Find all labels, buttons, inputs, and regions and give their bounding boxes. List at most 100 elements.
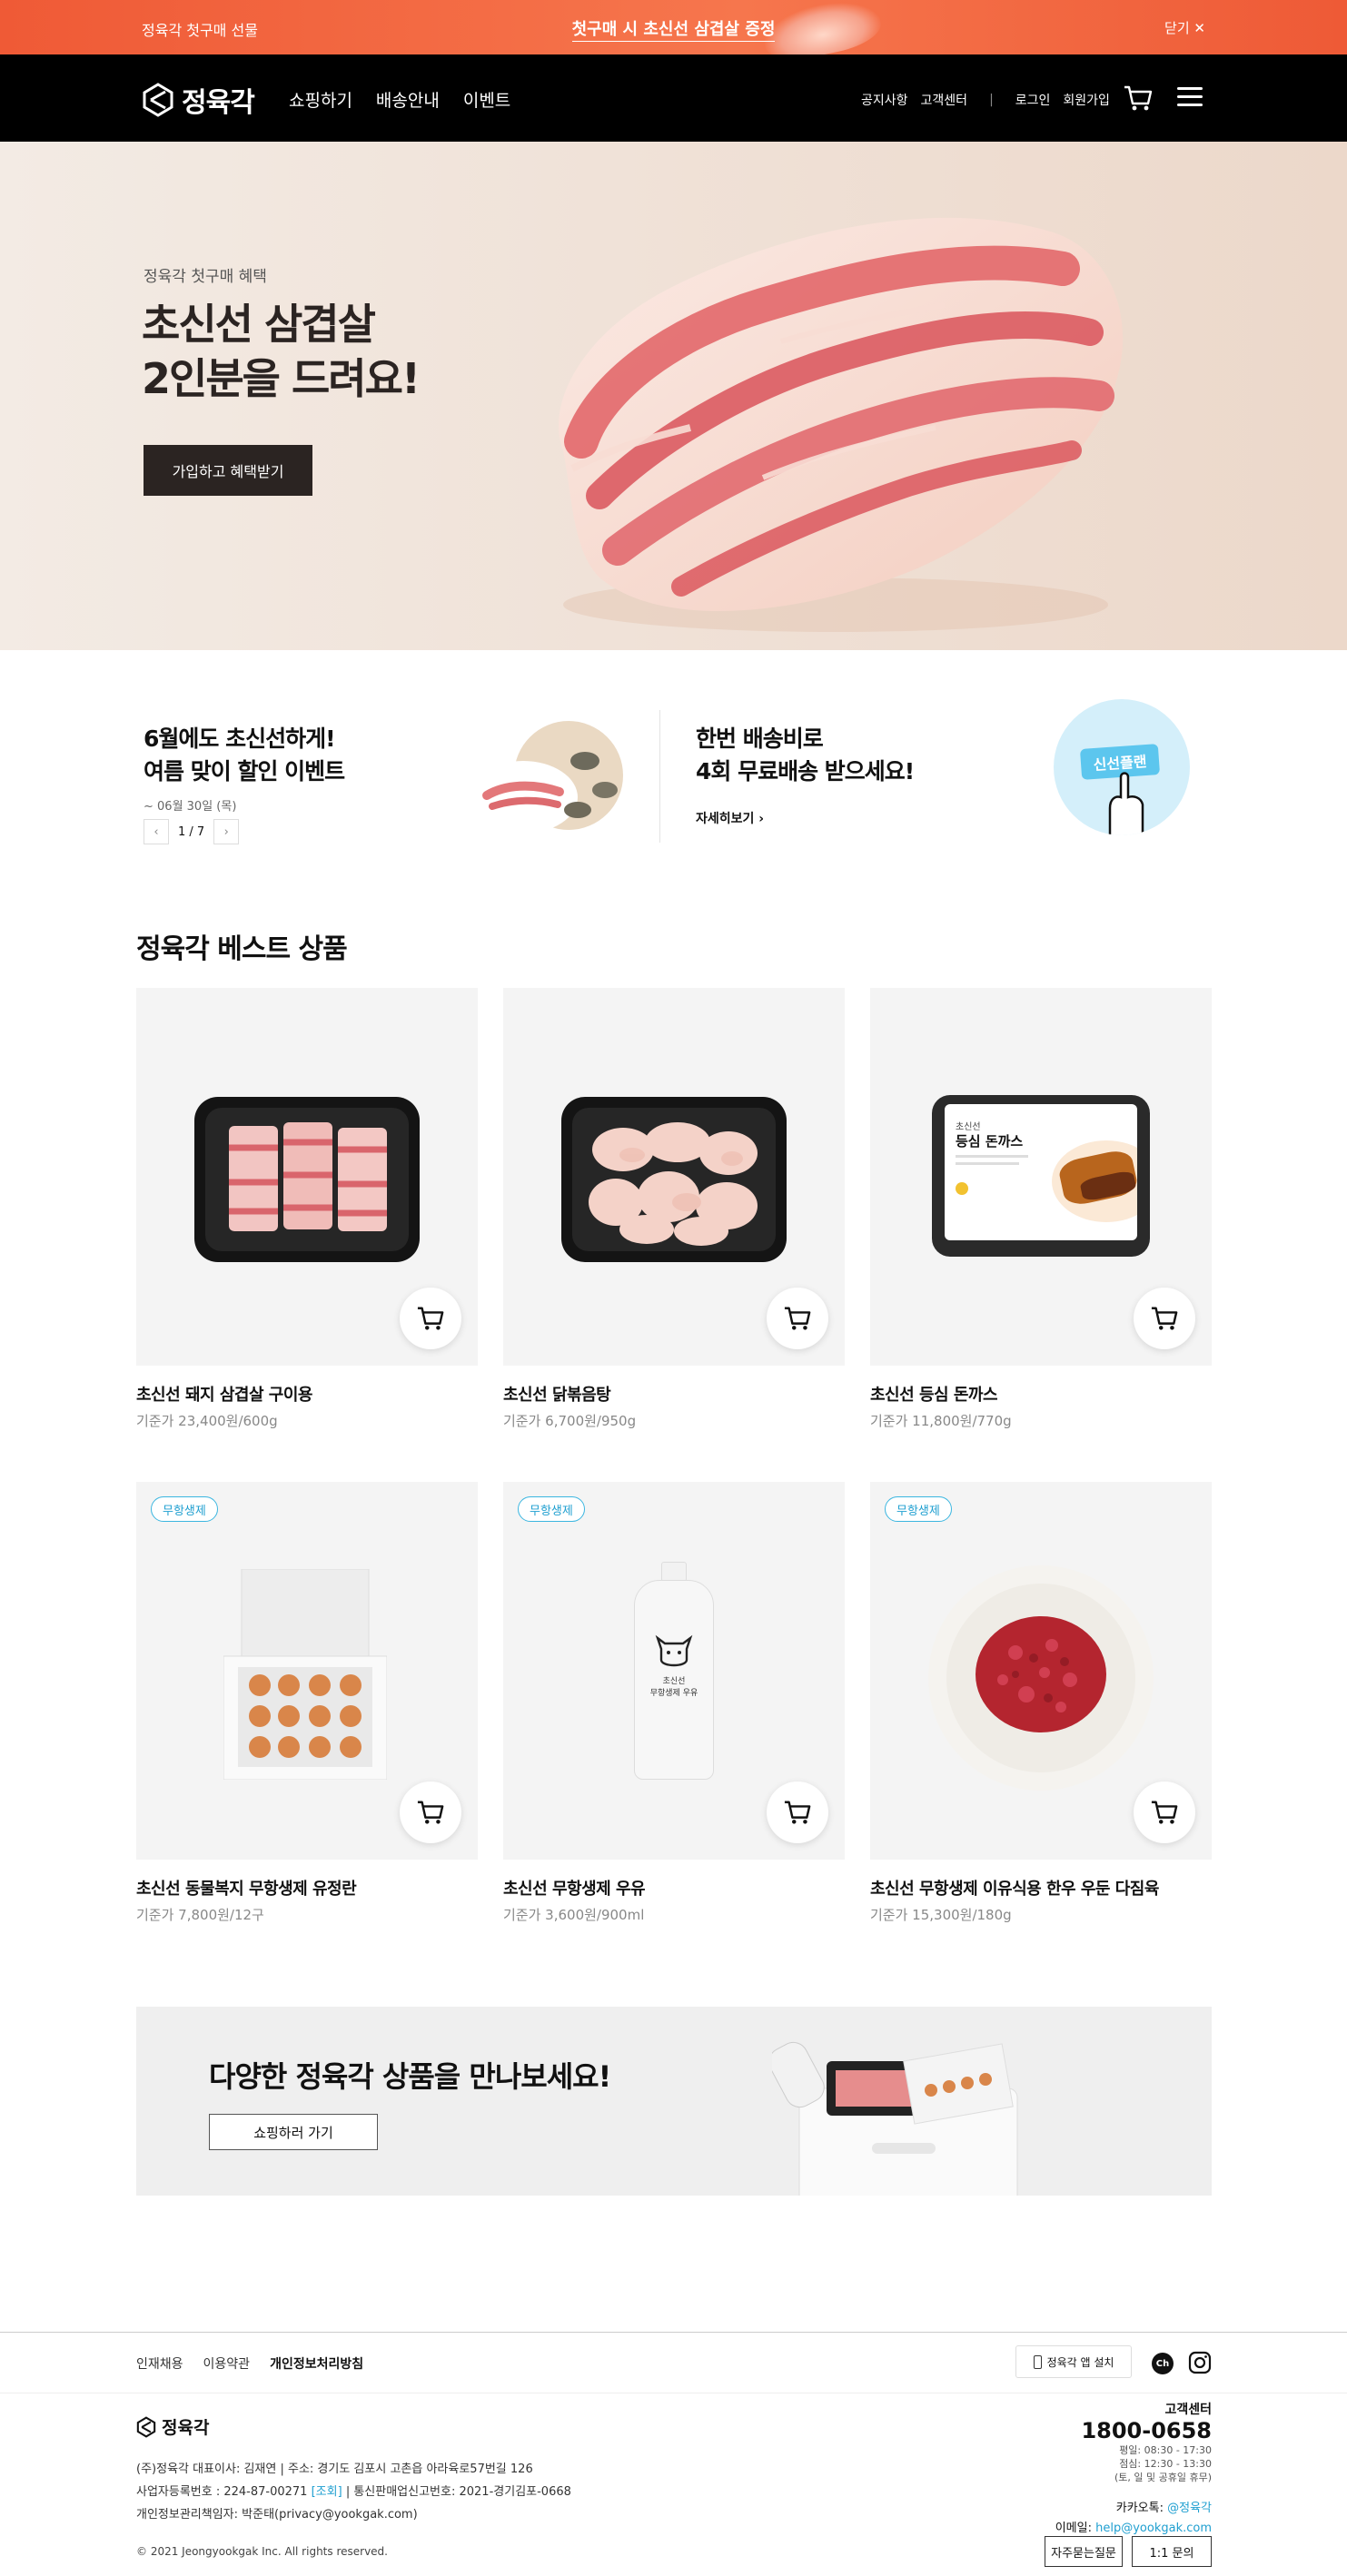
go-shopping-button[interactable]: 쇼핑하러 가기 bbox=[209, 2114, 378, 2150]
footer-link-careers[interactable]: 인재채용 bbox=[136, 2354, 183, 2373]
kakao-talk-link[interactable]: @정육각 bbox=[1167, 2502, 1212, 2515]
nav-event[interactable]: 이벤트 bbox=[463, 87, 510, 112]
product-name[interactable]: 초신선 닭볶음탕 bbox=[503, 1382, 845, 1406]
util-customer-center[interactable]: 고객센터 bbox=[921, 91, 968, 109]
main-nav: 쇼핑하기 배송안내 이벤트 bbox=[289, 87, 510, 112]
product-card[interactable]: 초신선 닭볶음탕 기준가 6,700원/950g bbox=[503, 988, 845, 1430]
copyright: © 2021 Jeongyookgak Inc. All rights rese… bbox=[136, 2545, 388, 2558]
kakao-channel-icon[interactable]: Ch bbox=[1152, 2353, 1174, 2374]
util-signup[interactable]: 회원가입 bbox=[1063, 91, 1110, 109]
product-name[interactable]: 초신선 무항생제 우유 bbox=[503, 1876, 845, 1900]
product-name[interactable]: 초신선 무항생제 이유식용 한우 우둔 다짐육 bbox=[870, 1876, 1212, 1900]
best-products-title: 정육각 베스트 상품 bbox=[136, 933, 348, 965]
site-header: 정육각 쇼핑하기 배송안내 이벤트 공지사항 고객센터 | 로그인 회원가입 bbox=[0, 54, 1347, 142]
instagram-icon[interactable] bbox=[1188, 2351, 1212, 2374]
business-check-link[interactable]: [조회] bbox=[312, 2485, 342, 2499]
cs-phone[interactable]: 1800-0658 bbox=[1055, 2418, 1212, 2443]
milk-bottle-image: 초신선 무항생제 우유 bbox=[634, 1562, 714, 1780]
product-price: 기준가 6,700원/950g bbox=[503, 1413, 637, 1429]
logo[interactable]: 정육각 bbox=[142, 80, 255, 120]
company-info: (주)정육각 대표이사: 김재연 | 주소: 경기도 김포시 고촌읍 아라육로5… bbox=[136, 2458, 571, 2526]
product-thumbnail[interactable]: 초신선 등심 돈까스 bbox=[870, 988, 1212, 1366]
tonkatsu-pack-image: 초신선 등심 돈까스 bbox=[932, 1095, 1150, 1257]
cart-icon bbox=[417, 1801, 444, 1824]
util-login[interactable]: 로그인 bbox=[1015, 91, 1051, 109]
privacy-officer: 개인정보관리책임자: 박준태(privacy@yookgak.com) bbox=[136, 2508, 418, 2522]
footer-links: 인재채용 이용약관 개인정보처리방침 bbox=[136, 2354, 363, 2373]
company-address: (주)정육각 대표이사: 김재연 | 주소: 경기도 김포시 고촌읍 아라육로5… bbox=[136, 2462, 533, 2476]
promo-section: 6월에도 초신선하게! 여름 맞이 할인 이벤트 ~ 06월 30일 (목) ‹… bbox=[0, 650, 1347, 877]
footer-logo: 정육각 bbox=[136, 2414, 209, 2439]
top-promo-banner[interactable]: 정육각 첫구매 선물 첫구매 시 초신선 삼겹살 증정 닫기 ✕ bbox=[0, 0, 1347, 66]
product-price: 기준가 7,800원/12구 bbox=[136, 1907, 264, 1923]
email-link[interactable]: help@yookgak.com bbox=[1095, 2522, 1212, 2535]
product-thumbnail[interactable] bbox=[136, 988, 478, 1366]
delivery-plan-card[interactable]: 한번 배송비로 4회 무료배송 받으세요! 자세히보기 › bbox=[696, 723, 915, 827]
product-thumbnail[interactable] bbox=[503, 988, 845, 1366]
top-banner-headline[interactable]: 첫구매 시 초신선 삼겹살 증정 bbox=[0, 16, 1347, 42]
customer-center: 고객센터 1800-0658 평일: 08:30 - 17:30 점심: 12:… bbox=[1055, 2400, 1212, 2539]
footer-link-terms[interactable]: 이용약관 bbox=[203, 2354, 251, 2373]
cart-icon bbox=[417, 1307, 444, 1330]
pager-next-button[interactable]: › bbox=[213, 819, 240, 844]
product-price: 기준가 15,300원/180g bbox=[870, 1907, 1012, 1923]
add-to-cart-button[interactable] bbox=[400, 1288, 461, 1349]
cs-buttons: 자주묻는질문 1:1 문의 bbox=[1045, 2536, 1212, 2567]
add-to-cart-button[interactable] bbox=[1134, 1781, 1195, 1843]
cart-icon bbox=[1151, 1801, 1178, 1824]
shop-banner: 다양한 정육각 상품을 만나보세요! 쇼핑하러 가기 bbox=[136, 2007, 1212, 2196]
event-date: ~ 06월 30일 (목) bbox=[144, 799, 237, 814]
egg-box-image bbox=[223, 1569, 387, 1780]
util-notice[interactable]: 공지사항 bbox=[861, 91, 908, 109]
product-card[interactable]: 무항생제 초신선 동물복지 무항생제 유정란 기준가 7,800원/12구 bbox=[136, 1482, 478, 1924]
nav-shopping[interactable]: 쇼핑하기 bbox=[289, 87, 352, 112]
close-icon: ✕ bbox=[1193, 20, 1205, 36]
antibiotic-free-badge: 무항생제 bbox=[151, 1496, 218, 1522]
product-price: 기준가 3,600원/900ml bbox=[503, 1907, 645, 1923]
cs-label: 고객센터 bbox=[1164, 2403, 1212, 2417]
delivery-plan-title: 한번 배송비로 4회 무료배송 받으세요! bbox=[696, 725, 915, 785]
nav-delivery-info[interactable]: 배송안내 bbox=[376, 87, 440, 112]
product-card[interactable]: 초신선 돼지 삼겹살 구이용 기준가 23,400원/600g bbox=[136, 988, 478, 1430]
delivery-plan-more-link[interactable]: 자세히보기 › bbox=[696, 809, 914, 827]
add-to-cart-button[interactable] bbox=[1134, 1288, 1195, 1349]
pager-prev-button[interactable]: ‹ bbox=[144, 819, 169, 844]
hero-signup-button[interactable]: 가입하고 혜택받기 bbox=[144, 445, 312, 496]
inquiry-button[interactable]: 1:1 문의 bbox=[1132, 2536, 1212, 2567]
hero-title: 초신선 삼겹살 2인분을 드려요! bbox=[142, 300, 421, 403]
hamburger-menu-icon[interactable] bbox=[1177, 87, 1203, 109]
chicken-tray-image bbox=[561, 1097, 787, 1262]
product-card[interactable]: 무항생제 초신선 무항생제 이유식용 한우 우둔 다짐육 기준가 15,300원… bbox=[870, 1482, 1212, 1924]
minced-beef-plate-image bbox=[928, 1565, 1154, 1791]
pager-count: 1 / 7 bbox=[178, 824, 205, 839]
tonkatsu-pack-sub: 초신선 bbox=[956, 1122, 981, 1132]
footer-link-privacy[interactable]: 개인정보처리방침 bbox=[270, 2354, 363, 2373]
cart-icon[interactable] bbox=[1123, 84, 1154, 113]
event-card[interactable]: 6월에도 초신선하게! 여름 맞이 할인 이벤트 ~ 06월 30일 (목) bbox=[144, 723, 345, 814]
product-thumbnail[interactable]: 무항생제 초신선 무항생제 우유 bbox=[503, 1482, 845, 1860]
cart-icon bbox=[784, 1307, 811, 1330]
pork-belly-image bbox=[559, 217, 1124, 632]
footer-logo-text: 정육각 bbox=[162, 2418, 210, 2438]
app-install-button[interactable]: 정육각 앱 설치 bbox=[1015, 2345, 1132, 2378]
ticket-illustration: 신선플랜 bbox=[1054, 699, 1190, 835]
add-to-cart-button[interactable] bbox=[767, 1781, 828, 1843]
hero-banner: 정육각 첫구매 혜택 초신선 삼겹살 2인분을 드려요! 가입하고 혜택받기 bbox=[0, 142, 1347, 650]
util-separator: | bbox=[989, 93, 994, 107]
shop-banner-title: 다양한 정육각 상품을 만나보세요! bbox=[209, 2059, 611, 2094]
product-thumbnail[interactable]: 무항생제 bbox=[870, 1482, 1212, 1860]
product-card[interactable]: 초신선 등심 돈까스 초신선 등심 돈까스 기준가 11,800원/770g bbox=[870, 988, 1212, 1430]
antibiotic-free-badge: 무항생제 bbox=[518, 1496, 585, 1522]
add-to-cart-button[interactable] bbox=[400, 1781, 461, 1843]
product-thumbnail[interactable]: 무항생제 bbox=[136, 1482, 478, 1860]
product-card[interactable]: 무항생제 초신선 무항생제 우유 초신선 무항생제 우유 기준가 3,600원/… bbox=[503, 1482, 845, 1924]
cs-contact: 카카오톡: @정육각 이메일: help@yookgak.com bbox=[1055, 2502, 1212, 2535]
faq-button[interactable]: 자주묻는질문 bbox=[1045, 2536, 1123, 2567]
top-banner-close-button[interactable]: 닫기 ✕ bbox=[1164, 18, 1205, 37]
site-footer: 인재채용 이용약관 개인정보처리방침 정육각 앱 설치 Ch 정육각 (주)정육… bbox=[0, 2332, 1347, 2576]
cow-logo-icon bbox=[655, 1634, 693, 1667]
product-name[interactable]: 초신선 돼지 삼겹살 구이용 bbox=[136, 1382, 478, 1406]
add-to-cart-button[interactable] bbox=[767, 1288, 828, 1349]
product-name[interactable]: 초신선 등심 돈까스 bbox=[870, 1382, 1212, 1406]
product-name[interactable]: 초신선 동물복지 무항생제 유정란 bbox=[136, 1876, 478, 1900]
